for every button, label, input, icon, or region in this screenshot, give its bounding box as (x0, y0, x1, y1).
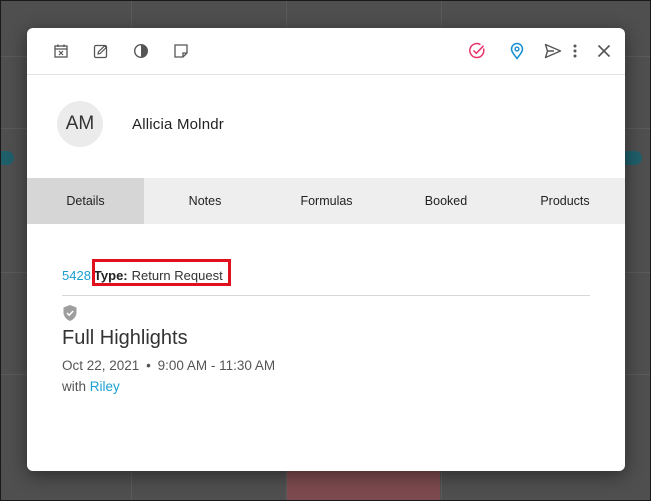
contrast-icon[interactable] (131, 41, 151, 61)
contact-header: AM Allicia Molndr (27, 75, 625, 178)
appointment-time: 9:00 AM - 11:30 AM (157, 358, 276, 373)
calendar-event-block (287, 470, 440, 501)
calendar-x-icon[interactable] (51, 41, 71, 61)
staff-link[interactable]: Riley (90, 379, 120, 394)
tab-details[interactable]: Details (27, 178, 144, 224)
contact-name[interactable]: Allicia Molndr (132, 116, 224, 133)
divider (62, 295, 590, 296)
bullet-separator: • (146, 358, 151, 373)
tab-booked[interactable]: Booked (387, 178, 505, 224)
appointment-date: Oct 22, 2021 (62, 358, 140, 373)
check-circle-icon[interactable] (467, 41, 487, 61)
appointment-id-link[interactable]: 5428 (62, 268, 91, 283)
service-title: Full Highlights (62, 327, 188, 349)
send-icon[interactable] (543, 41, 563, 61)
tab-products[interactable]: Products (505, 178, 625, 224)
close-icon[interactable] (594, 41, 614, 61)
more-vert-icon[interactable] (570, 41, 580, 61)
highlight-annotation-box (92, 259, 231, 286)
appointment-datetime: Oct 22, 2021 • 9:00 AM - 11:30 AM (62, 358, 275, 373)
staff-row: with Riley (62, 379, 120, 394)
calendar-badge (0, 151, 14, 165)
modal-toolbar (27, 28, 625, 75)
tab-bar: Details Notes Formulas Booked Products (27, 178, 625, 224)
edit-icon[interactable] (91, 41, 111, 61)
avatar: AM (57, 101, 103, 147)
note-icon[interactable] (171, 41, 191, 61)
tab-notes[interactable]: Notes (144, 178, 266, 224)
with-prefix: with (62, 379, 87, 394)
shield-check-icon (62, 304, 78, 327)
location-pin-icon[interactable] (507, 41, 527, 61)
appointment-modal: AM Allicia Molndr Details Notes Formulas… (27, 28, 625, 471)
tab-formulas[interactable]: Formulas (266, 178, 387, 224)
